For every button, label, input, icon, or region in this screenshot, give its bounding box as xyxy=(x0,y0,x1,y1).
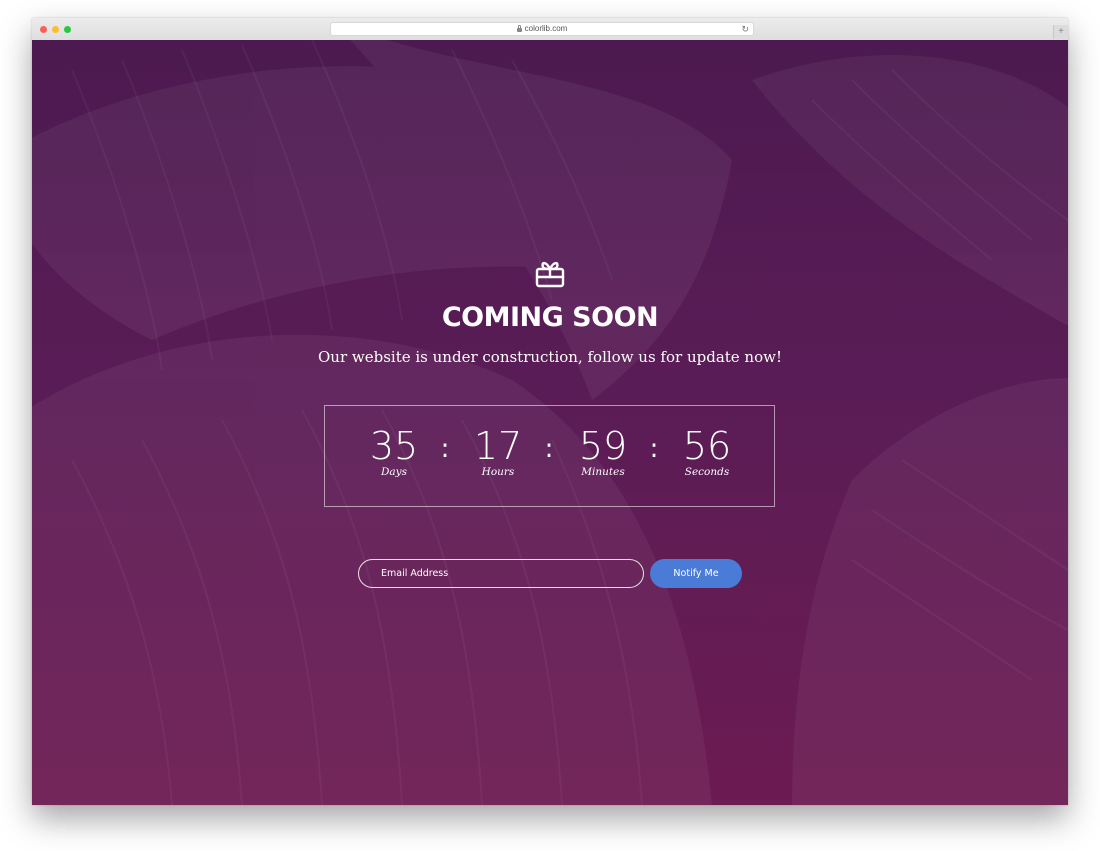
page-viewport: COMING SOON Our website is under constru… xyxy=(32,40,1068,805)
minimize-window-button[interactable] xyxy=(52,26,59,33)
countdown-days-label: Days xyxy=(381,466,407,478)
countdown-seconds-label: Seconds xyxy=(684,466,730,478)
page-subtitle: Our website is under construction, follo… xyxy=(318,348,782,366)
lock-icon xyxy=(516,25,522,32)
gift-icon xyxy=(535,261,565,288)
page-title: COMING SOON xyxy=(441,302,659,333)
new-tab-button[interactable]: + xyxy=(1053,25,1068,39)
countdown-hours-value: 17 xyxy=(473,424,523,468)
countdown-separator: : xyxy=(544,434,554,464)
countdown-days: 35 Days xyxy=(354,424,434,478)
countdown-hours-label: Hours xyxy=(481,466,515,478)
url-text: colorlib.com xyxy=(524,24,568,33)
countdown-days-value: 35 xyxy=(369,424,419,468)
countdown-separator: : xyxy=(649,434,659,464)
email-input[interactable] xyxy=(358,559,644,588)
reload-icon[interactable]: ↻ xyxy=(741,23,749,35)
countdown-timer: 35 Days : 17 Hours : 59 Minutes : 56 Sec… xyxy=(324,405,775,507)
countdown-minutes-value: 59 xyxy=(578,424,628,468)
countdown-seconds-value: 56 xyxy=(682,424,732,468)
address-bar[interactable]: colorlib.com ↻ xyxy=(330,22,754,36)
zoom-window-button[interactable] xyxy=(64,26,71,33)
countdown-separator: : xyxy=(440,434,450,464)
countdown-minutes-label: Minutes xyxy=(581,466,625,478)
browser-toolbar: colorlib.com ↻ + xyxy=(32,18,1068,41)
browser-window: colorlib.com ↻ + COMING SOON Our website… xyxy=(32,18,1068,805)
notify-me-button[interactable]: Notify Me xyxy=(650,559,742,588)
countdown-minutes: 59 Minutes xyxy=(563,424,643,478)
coming-soon-section: COMING SOON Our website is under constru… xyxy=(32,40,1068,805)
close-window-button[interactable] xyxy=(40,26,47,33)
countdown-hours: 17 Hours xyxy=(458,424,538,478)
countdown-seconds: 56 Seconds xyxy=(667,424,747,478)
